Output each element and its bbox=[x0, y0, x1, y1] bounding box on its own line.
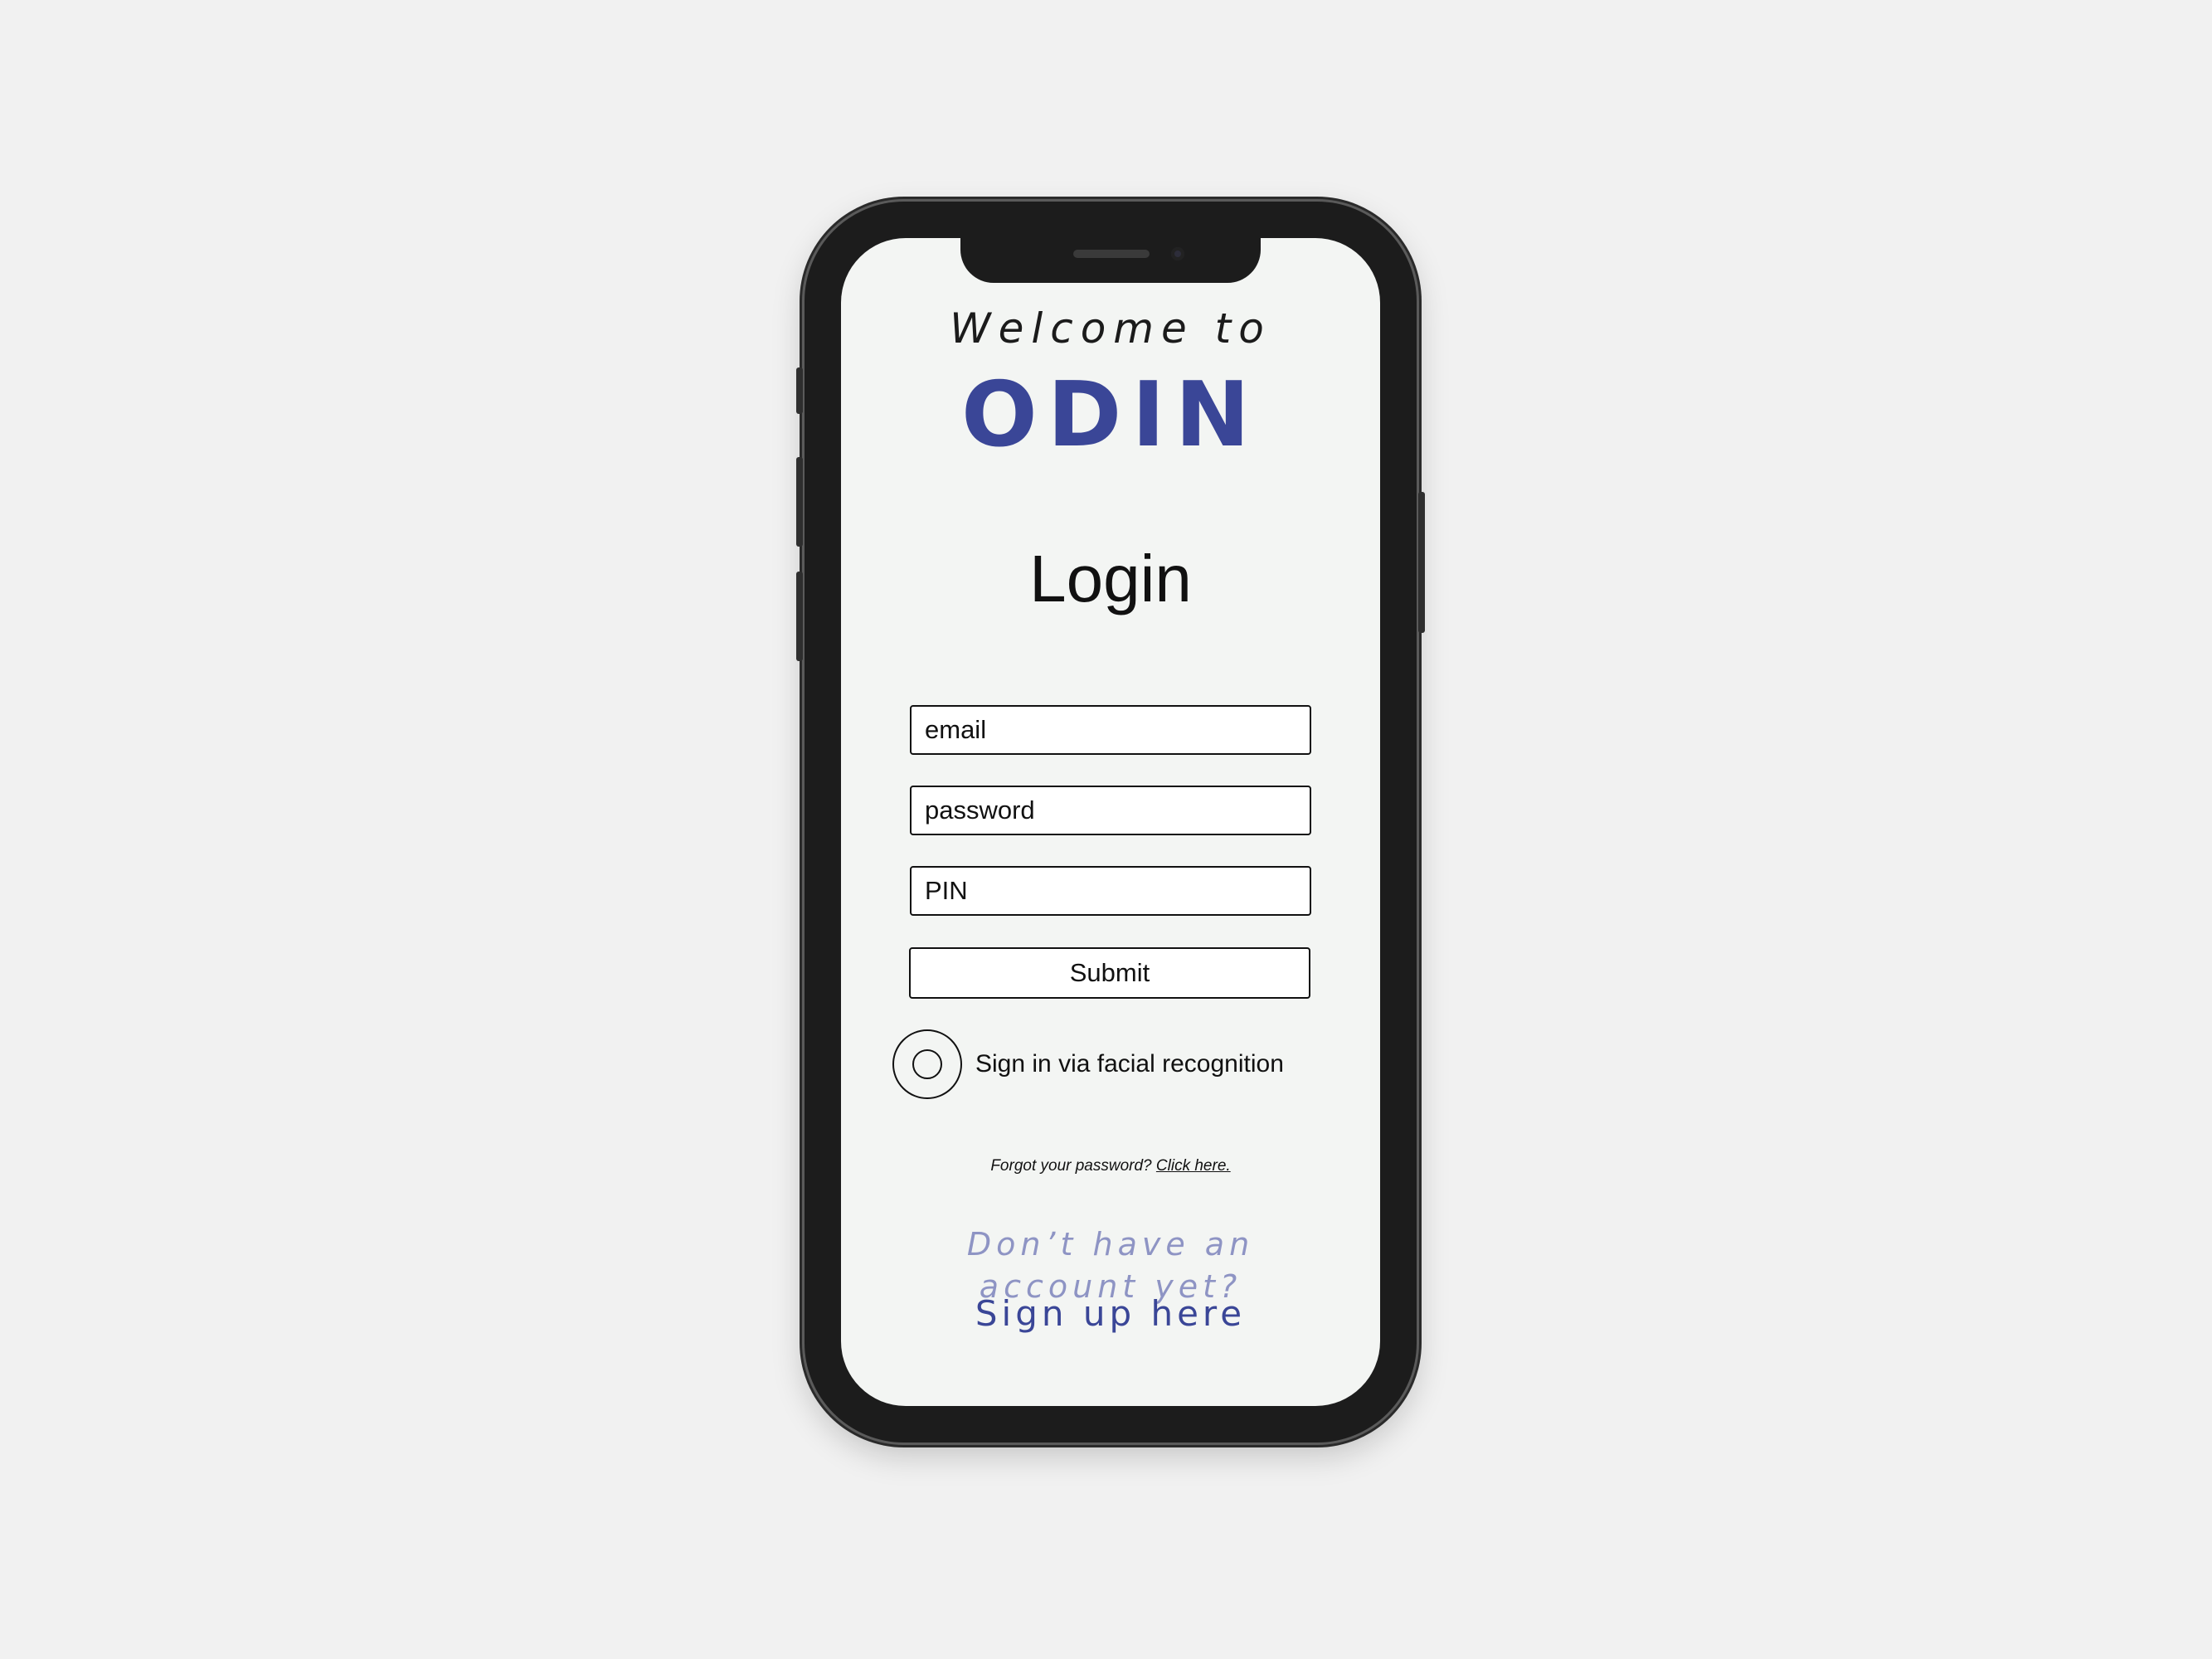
volume-up-button bbox=[796, 457, 803, 547]
mute-switch bbox=[796, 367, 803, 414]
pin-field[interactable] bbox=[910, 866, 1311, 916]
sign-up-link[interactable]: Sign up here bbox=[841, 1293, 1380, 1334]
submit-button[interactable]: Submit bbox=[909, 947, 1310, 999]
page-title: Login bbox=[1029, 542, 1192, 615]
power-button bbox=[1418, 492, 1425, 633]
welcome-text: Welcome to bbox=[950, 304, 1271, 353]
speaker-grille bbox=[1073, 250, 1150, 258]
password-field[interactable] bbox=[910, 786, 1311, 835]
forgot-password-text: Forgot your password? bbox=[990, 1157, 1152, 1175]
volume-down-button bbox=[796, 572, 803, 661]
notch bbox=[960, 238, 1261, 283]
phone-mockup: Welcome to ODIN Login Submit Sign in via… bbox=[796, 202, 1425, 1443]
front-camera bbox=[1171, 247, 1184, 260]
phone-screen: Welcome to ODIN Login Submit Sign in via… bbox=[841, 238, 1380, 1406]
face-recognition-icon[interactable] bbox=[892, 1029, 962, 1099]
forgot-password-row: Forgot your password? Click here. bbox=[841, 1157, 1380, 1175]
forgot-password-link[interactable]: Click here. bbox=[1156, 1157, 1231, 1175]
face-recognition-icon-inner bbox=[912, 1049, 942, 1079]
facial-recognition-label[interactable]: Sign in via facial recognition bbox=[975, 1050, 1284, 1078]
email-field[interactable] bbox=[910, 705, 1311, 755]
no-account-line-1: Don’t have an bbox=[966, 1226, 1255, 1262]
brand-logo-text: ODIN bbox=[960, 363, 1261, 467]
facial-recognition-option[interactable]: Sign in via facial recognition bbox=[892, 1028, 1284, 1101]
